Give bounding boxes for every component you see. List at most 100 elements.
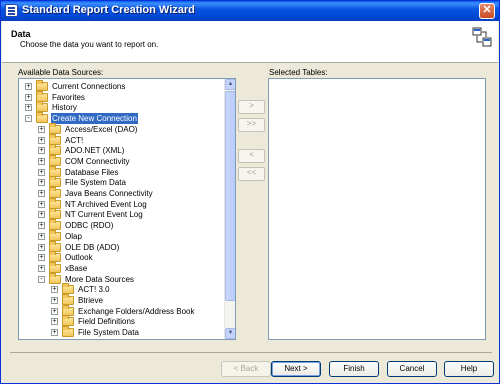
tree-item-label: Btrieve: [78, 296, 103, 305]
folder-icon: [49, 165, 61, 177]
expand-icon[interactable]: +: [38, 147, 45, 155]
tree-item-label: ACT! 3.0: [78, 285, 110, 295]
folder-icon: [49, 229, 61, 241]
tree-item[interactable]: + ACT! 3.0: [19, 283, 224, 295]
folder-icon: [62, 315, 74, 327]
selected-tables-label: Selected Tables:: [269, 68, 328, 77]
wizard-header: Data Choose the data you want to report …: [2, 21, 498, 63]
tree-item-label: NT Current Event Log: [65, 210, 143, 220]
tree-item-label: Access/Excel (DAO): [65, 124, 138, 134]
tree-item[interactable]: + History: [19, 101, 224, 113]
tree-item-label: Create New Connection: [51, 113, 138, 125]
folder-icon: [62, 304, 74, 316]
selected-tables-list[interactable]: [268, 78, 486, 340]
tree-scrollbar[interactable]: ▲ ▼: [224, 79, 235, 339]
tree-item-label: Database Files: [65, 167, 119, 177]
expand-icon[interactable]: +: [38, 200, 45, 208]
expand-icon[interactable]: +: [38, 136, 45, 144]
tree-item-label: Current Connections: [52, 82, 126, 91]
tree-item-label: Outlook: [65, 253, 93, 263]
tree-item-label: More Data Sources: [65, 274, 134, 284]
scroll-down-button[interactable]: ▼: [225, 328, 235, 339]
expand-icon[interactable]: +: [38, 125, 45, 133]
expand-icon[interactable]: +: [25, 104, 32, 112]
remove-table-button[interactable]: <: [238, 149, 265, 163]
folder-icon: [62, 283, 74, 295]
remove-all-tables-button[interactable]: <<: [238, 167, 265, 181]
expand-icon[interactable]: +: [51, 297, 58, 304]
wizard-image-icon: [472, 27, 492, 47]
expand-icon[interactable]: +: [38, 168, 45, 176]
folder-icon: [49, 219, 61, 231]
cancel-button[interactable]: Cancel: [387, 361, 437, 377]
close-icon: ✕: [482, 4, 492, 16]
scroll-thumb[interactable]: [225, 91, 235, 301]
tree-item-label: History: [52, 103, 77, 113]
tree-item[interactable]: + Btrieve: [19, 294, 224, 306]
expand-icon[interactable]: +: [51, 318, 58, 326]
expand-icon[interactable]: +: [38, 243, 45, 251]
folder-icon: [36, 101, 48, 113]
footer-divider: [10, 352, 492, 353]
expand-icon[interactable]: +: [38, 264, 45, 272]
back-button[interactable]: < Back: [221, 361, 271, 377]
wizard-window: Standard Report Creation Wizard ✕ Data C…: [0, 0, 500, 384]
add-table-button[interactable]: >: [238, 100, 265, 114]
expand-icon[interactable]: +: [38, 232, 45, 240]
tree-item-label: Exchange Folders/Address Book: [78, 306, 195, 316]
window-title: Standard Report Creation Wizard: [22, 4, 195, 16]
tree-item-label: COM Connectivity: [65, 156, 130, 166]
tree-item-label: File System Data: [65, 178, 126, 188]
folder-icon: [36, 112, 48, 124]
collapse-icon[interactable]: -: [25, 115, 32, 123]
collapse-icon[interactable]: -: [38, 275, 45, 283]
expand-icon[interactable]: +: [38, 222, 45, 230]
page-subtitle: Choose the data you want to report on.: [20, 40, 159, 49]
close-button[interactable]: ✕: [479, 3, 495, 19]
report-icon: [5, 4, 18, 17]
folder-icon: [62, 294, 74, 305]
help-button[interactable]: Help: [444, 361, 494, 377]
folder-icon: [49, 154, 61, 166]
folder-icon: [49, 251, 61, 263]
tree-item-label: ACT!: [65, 135, 84, 145]
tree-item[interactable]: - More Data Sources: [19, 272, 224, 285]
tree-item[interactable]: + Current Connections: [19, 80, 224, 92]
tree-item-label: Olap: [65, 231, 82, 241]
tree-item[interactable]: + File System Data: [19, 326, 224, 338]
expand-icon[interactable]: +: [25, 83, 32, 90]
available-sources-label: Available Data Sources:: [18, 68, 104, 77]
expand-icon[interactable]: +: [51, 307, 58, 315]
expand-icon[interactable]: +: [38, 211, 45, 219]
folder-icon: [49, 122, 61, 134]
tree-item-label: Java Beans Connectivity: [65, 189, 153, 198]
folder-icon: [62, 326, 74, 338]
folder-icon: [49, 240, 61, 252]
tree-item-label: Field Definitions: [78, 317, 135, 327]
tree-item[interactable]: + Field Definitions: [19, 315, 224, 327]
next-button[interactable]: Next >: [271, 361, 321, 377]
expand-icon[interactable]: +: [25, 93, 32, 101]
folder-icon: [49, 208, 61, 220]
expand-icon[interactable]: +: [38, 157, 45, 165]
title-bar: Standard Report Creation Wizard ✕: [1, 1, 499, 21]
tree-item[interactable]: + Favorites: [19, 90, 224, 103]
folder-icon: [49, 187, 61, 198]
page-title: Data: [11, 29, 31, 39]
tree-item[interactable]: + Exchange Folders/Address Book: [19, 304, 224, 317]
folder-icon: [49, 176, 61, 188]
tree-item-label: ODBC (RDO): [65, 221, 114, 231]
expand-icon[interactable]: +: [51, 286, 58, 294]
data-sources-tree[interactable]: + Current Connections + Favorites + History - C…: [18, 78, 236, 340]
add-all-tables-button[interactable]: >>: [238, 118, 265, 132]
tree-item-label: xBase: [65, 263, 88, 273]
folder-icon: [49, 133, 61, 145]
finish-button[interactable]: Finish: [329, 361, 379, 377]
scroll-up-button[interactable]: ▲: [225, 79, 235, 90]
expand-icon[interactable]: +: [38, 254, 45, 262]
tree-item-label: NT Archived Event Log: [65, 199, 147, 209]
expand-icon[interactable]: +: [51, 329, 58, 337]
folder-icon: [49, 261, 61, 273]
expand-icon[interactable]: +: [38, 190, 45, 197]
expand-icon[interactable]: +: [38, 179, 45, 187]
